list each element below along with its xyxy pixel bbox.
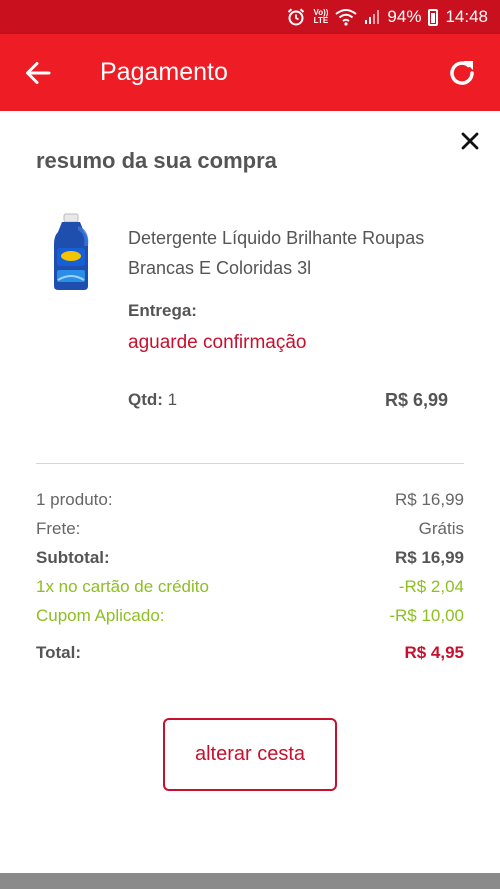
- card-discount-value: -R$ 2,04: [398, 577, 464, 596]
- summary-title: resumo da sua compra: [36, 148, 277, 173]
- status-bar: Vo)) LTE 94% 14:48: [0, 0, 500, 34]
- close-icon: [461, 132, 479, 150]
- refresh-button[interactable]: [424, 34, 500, 111]
- battery-icon: [428, 8, 439, 26]
- volte-indicator: Vo)) LTE: [313, 8, 329, 25]
- product-name: Detergente Líquido Brilhante Roupas Bran…: [128, 228, 425, 278]
- back-button[interactable]: [0, 34, 76, 111]
- subtotal-label: Subtotal:: [36, 548, 110, 567]
- coupon-row: Cupom Aplicado: -R$ 10,00: [36, 605, 464, 634]
- card-discount-row: 1x no cartão de crédito -R$ 2,04: [36, 576, 464, 605]
- shipping-label: Frete:: [36, 519, 81, 538]
- quantity-row: Qtd: 1: [128, 390, 177, 410]
- products-label: 1 produto:: [36, 490, 113, 509]
- arrow-left-icon: [26, 61, 51, 84]
- coupon-label: Cupom Aplicado:: [36, 606, 165, 625]
- product-image: [54, 213, 89, 290]
- subtotal-value: R$ 16,99: [395, 548, 464, 567]
- total-row: Total: R$ 4,95: [36, 642, 464, 671]
- coupon-value: -R$ 10,00: [389, 606, 464, 625]
- refresh-icon: [450, 60, 474, 85]
- item-price: R$ 6,99: [384, 390, 448, 410]
- alarm-clock-icon: [286, 7, 306, 27]
- products-value: R$ 16,99: [395, 490, 464, 509]
- alter-basket-button[interactable]: alterar cesta: [163, 718, 337, 791]
- products-row: 1 produto: R$ 16,99: [36, 489, 464, 518]
- page-title: Pagamento: [100, 58, 228, 86]
- divider: [36, 463, 464, 464]
- battery-percent: 94%: [387, 7, 422, 26]
- order-summary: 1 produto: R$ 16,99 Frete: Grátis Subtot…: [36, 489, 464, 671]
- delivery-label: Entrega:: [128, 301, 197, 320]
- card-discount-label: 1x no cartão de crédito: [36, 577, 209, 596]
- shipping-row: Frete: Grátis: [36, 518, 464, 547]
- close-button[interactable]: [456, 127, 484, 155]
- shipping-value: Grátis: [418, 519, 464, 538]
- delivery-status: aguarde confirmação: [128, 332, 307, 353]
- quantity-label: Qtd:: [128, 390, 163, 409]
- purchase-summary-sheet: resumo da sua compra Detergente Líquido …: [0, 111, 500, 873]
- wifi-icon: [335, 8, 358, 26]
- clock-time: 14:48: [445, 7, 488, 26]
- total-label: Total:: [36, 643, 82, 662]
- total-value: R$ 4,95: [404, 643, 464, 662]
- quantity-value: 1: [167, 390, 178, 409]
- app-bar: Pagamento: [0, 34, 500, 111]
- subtotal-row: Subtotal: R$ 16,99: [36, 547, 464, 576]
- signal-icon: [364, 9, 380, 25]
